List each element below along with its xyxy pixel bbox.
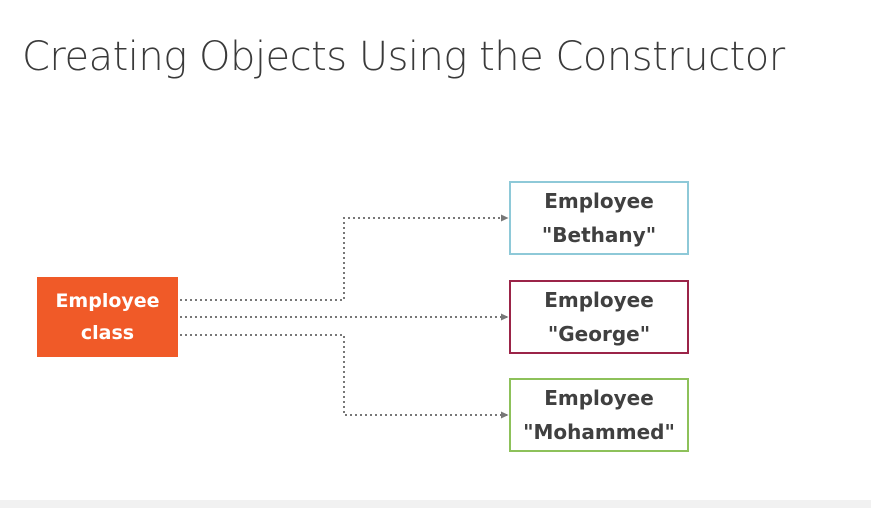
- employee-class-line1: Employee: [55, 290, 160, 312]
- bottom-strip: [0, 500, 871, 508]
- object-name-label: "George": [547, 322, 651, 346]
- employee-class-box: Employee class: [37, 277, 178, 357]
- object-type-label: Employee: [544, 288, 654, 312]
- object-type-label: Employee: [544, 189, 654, 213]
- connector-to-mohammed: [180, 334, 509, 419]
- employee-object-george: Employee "George": [509, 280, 689, 354]
- object-name-label: "Bethany": [541, 223, 657, 247]
- employee-object-mohammed: Employee "Mohammed": [509, 378, 689, 452]
- employee-class-line2: class: [80, 322, 135, 344]
- connector-to-bethany: [180, 214, 509, 301]
- object-name-label: "Mohammed": [523, 420, 675, 444]
- object-type-label: Employee: [544, 386, 654, 410]
- employee-object-bethany: Employee "Bethany": [509, 181, 689, 255]
- slide: Creating Objects Using the Constructor E…: [0, 0, 871, 508]
- connector-layer: [180, 214, 509, 419]
